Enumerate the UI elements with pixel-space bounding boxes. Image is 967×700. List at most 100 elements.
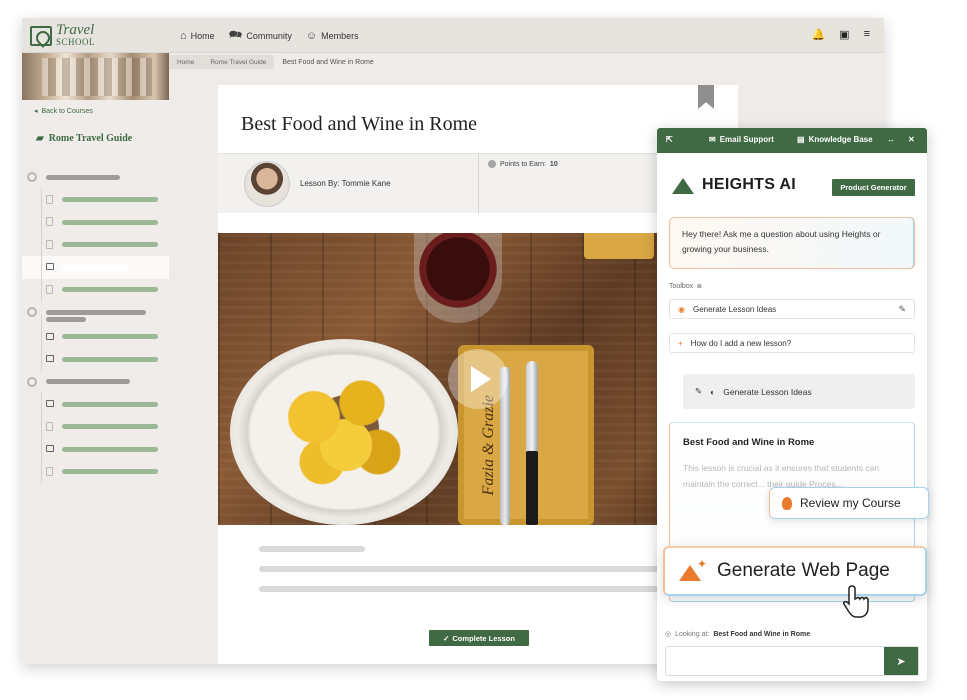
mountain-sparkle-icon: [679, 557, 707, 581]
eye-icon: ◎: [665, 631, 672, 638]
book-icon: ▤: [797, 135, 805, 144]
nav-members-label: Members: [321, 30, 359, 41]
coin-icon: [488, 160, 496, 168]
film-icon: [46, 355, 54, 362]
lesson-row[interactable]: [22, 188, 169, 211]
mountain-sparkle-icon: [672, 176, 694, 194]
home-icon: ⌂: [180, 29, 187, 42]
email-support-link[interactable]: ✉ Email Support: [709, 135, 774, 144]
module-row[interactable]: [22, 166, 169, 189]
lesson-row[interactable]: [22, 348, 169, 371]
send-icon: ➤: [896, 655, 906, 668]
lesson-row[interactable]: [22, 438, 169, 461]
bell-icon[interactable]: 🔔: [811, 28, 825, 41]
nav-home[interactable]: ⌂ Home: [180, 30, 215, 42]
film-icon: [46, 332, 54, 340]
logo-map-icon: [30, 26, 52, 46]
nav-home-label: Home: [190, 30, 215, 41]
text-placeholder: [259, 586, 679, 592]
module-row-cont: [22, 313, 169, 326]
file-icon: [46, 217, 53, 226]
lesson-tree: [22, 166, 169, 483]
avatar: [244, 161, 290, 207]
circle-icon: [27, 376, 37, 387]
main-nav: ⌂ Home 🗪 Community ☺ Members: [180, 18, 359, 53]
generate-web-page-button[interactable]: Generate Web Page: [663, 546, 927, 596]
course-title-label: Rome Travel Guide: [48, 133, 133, 144]
menu-icon[interactable]: ≡: [864, 28, 870, 41]
complete-lesson-button[interactable]: ✓ Complete Lesson: [429, 630, 529, 646]
text-placeholder: [259, 546, 365, 552]
complete-lesson-label: Complete Lesson: [452, 633, 515, 643]
mail-icon: ✉: [709, 135, 716, 144]
expand-icon[interactable]: ↔: [887, 135, 895, 144]
sidebar: ◂ Back to Courses ▰ Rome Travel Guide: [22, 53, 169, 664]
file-icon: [46, 239, 53, 249]
lesson-row[interactable]: [22, 211, 169, 234]
top-icons: 🔔 ▣ ≡: [811, 28, 870, 41]
check-icon: ✓: [443, 633, 450, 643]
breadcrumb-course[interactable]: Rome Travel Guide: [202, 55, 275, 69]
panel-header: ⇱ ✉ Email Support ▤ Knowledge Base ↔ ✕: [657, 128, 927, 153]
tool-1-label: Generate Lesson Ideas: [692, 304, 777, 314]
caret-left-icon: ◂: [34, 108, 38, 115]
lesson-author: Lesson By: Tommie Kane: [300, 179, 391, 188]
pasta: [266, 361, 426, 501]
breadcrumb-lesson: Best Food and Wine in Rome: [282, 58, 374, 66]
bookmark-icon[interactable]: [698, 85, 714, 109]
back-to-courses-link[interactable]: ◂ Back to Courses: [34, 107, 93, 116]
nav-members[interactable]: ☺ Members: [306, 30, 359, 42]
lesson-row[interactable]: [22, 393, 169, 416]
toolbox-generate-ideas[interactable]: ◉ Generate Lesson Ideas ✎: [669, 299, 915, 319]
close-icon[interactable]: ✕: [908, 135, 915, 144]
generate-lesson-ideas-chip[interactable]: ✎ ◐ Generate Lesson Ideas: [683, 374, 915, 409]
gen-ideas-label: Generate Lesson Ideas: [723, 386, 812, 397]
back-label: Back to Courses: [41, 107, 93, 115]
folder-icon: ▰: [36, 133, 44, 144]
course-title[interactable]: ▰ Rome Travel Guide: [36, 133, 132, 144]
nav-community[interactable]: 🗪 Community: [229, 26, 292, 45]
lightbulb-icon: [782, 496, 792, 510]
breadcrumb: Home Rome Travel Guide Best Food and Win…: [169, 55, 382, 69]
review-my-course-button[interactable]: Review my Course: [769, 487, 929, 519]
product-generator-button[interactable]: Product Generator: [832, 179, 915, 196]
lesson-row[interactable]: [22, 278, 169, 301]
review-label: Review my Course: [800, 496, 901, 510]
lesson-row[interactable]: [22, 415, 169, 438]
lesson-row[interactable]: [22, 460, 169, 483]
people-icon: ☺: [305, 29, 318, 42]
film-icon: [46, 445, 54, 452]
film-icon: [46, 263, 54, 270]
points-label: Points to Earn:: [500, 160, 546, 168]
collapse-icon[interactable]: ⇱: [666, 135, 673, 144]
points-to-earn: Points to Earn: 10: [488, 160, 558, 168]
breadcrumb-home[interactable]: Home: [169, 55, 203, 69]
play-icon[interactable]: [448, 349, 508, 409]
lesson-row[interactable]: [22, 233, 169, 256]
generate-label: Generate Web Page: [717, 560, 890, 581]
chat-input[interactable]: ➤: [665, 646, 919, 676]
hand-cursor-icon: [843, 585, 869, 618]
inbox-icon[interactable]: ▣: [839, 28, 849, 41]
send-button[interactable]: ➤: [884, 647, 918, 675]
file-icon: [46, 284, 53, 294]
context-indicator: ◎ Looking at: Best Food and Wine in Rome: [665, 630, 810, 639]
toolbox-label-text: Toolbox: [669, 283, 694, 290]
board-label: Fazia & Grazie: [480, 395, 497, 496]
email-support-label: Email Support: [719, 135, 774, 144]
toolbox-label: Toolbox ⧈: [669, 283, 702, 291]
knowledge-base-label: Knowledge Base: [808, 135, 873, 144]
toolbox-add-lesson-question[interactable]: + How do I add a new lesson?: [669, 333, 915, 353]
magic-wand-icon: ✎: [695, 386, 703, 396]
nav-community-label: Community: [246, 30, 292, 41]
top-bar: Travel SCHOOL ⌂ Home 🗪 Community ☺ Membe…: [22, 18, 884, 53]
doc-title: Best Food and Wine in Rome: [683, 437, 815, 448]
film-icon: [46, 400, 54, 407]
points-value: 10: [549, 160, 558, 168]
logo[interactable]: Travel SCHOOL: [30, 23, 95, 48]
lesson-row[interactable]: [22, 325, 169, 348]
lesson-row-active[interactable]: [22, 256, 169, 279]
knowledge-base-link[interactable]: ▤ Knowledge Base: [797, 135, 873, 144]
ai-brand-label: HEIGHTS AI: [702, 176, 796, 193]
module-row[interactable]: [22, 371, 169, 394]
